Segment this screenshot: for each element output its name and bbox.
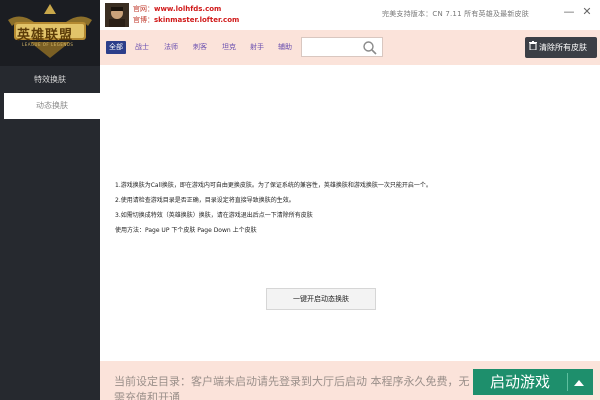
sidebar: 英雄联盟 LEAGUE OF LEGENDS 特效换肤 动态换肤 xyxy=(0,0,100,400)
instruction-line: 3.如需切换成特效（英雄换肤）换肤，请在游戏退出后点一下清除所有皮肤 xyxy=(115,212,313,219)
tab-support[interactable]: 辅助 xyxy=(278,41,292,54)
tab-tank[interactable]: 坦克 xyxy=(222,41,236,54)
logo-title: 英雄联盟 xyxy=(17,28,74,43)
tab-mage[interactable]: 法师 xyxy=(164,41,178,54)
trash-icon xyxy=(529,37,537,58)
tab-assassin[interactable]: 刺客 xyxy=(193,41,207,54)
supported-version-text: 完美支持版本：CN 7.11 所有英雄及最新皮肤 xyxy=(382,10,529,18)
tab-marksman[interactable]: 射手 xyxy=(250,41,264,54)
tab-all[interactable]: 全部 xyxy=(106,41,126,54)
sidebar-item-label: 特效换肤 xyxy=(34,75,66,84)
status-footer: 当前设定目录：客户端未启动请先登录到大厅后启动 本程序永久免费，无需充值和开通 … xyxy=(100,361,600,400)
clear-all-skins-button[interactable]: 清除所有皮肤 xyxy=(525,37,597,58)
search-icon[interactable] xyxy=(362,40,378,56)
sidebar-item-dynamic-skin[interactable]: 动态换肤 xyxy=(4,93,100,119)
official-site-label: 官网： xyxy=(133,5,154,13)
app-logo: 英雄联盟 LEAGUE OF LEGENDS xyxy=(0,0,100,66)
main-panel: 1.游戏换肤为Call换肤，即在游戏内可自由更换皮肤。为了保证系统的兼容性，英雄… xyxy=(100,65,600,361)
current-directory-status: 当前设定目录：客户端未启动请先登录到大厅后启动 本程序永久免费，无需充值和开通 xyxy=(114,375,470,400)
launch-divider xyxy=(567,373,568,391)
minimize-button[interactable]: — xyxy=(562,5,576,19)
sidebar-item-effect-skin[interactable]: 特效换肤 xyxy=(0,67,100,93)
logo-subtitle: LEAGUE OF LEGENDS xyxy=(22,42,74,47)
sidebar-item-label: 动态换肤 xyxy=(36,101,68,110)
hero-filter-toolbar: 全部 战士 法师 刺客 坦克 射手 辅助 清除所有皮肤 xyxy=(100,30,600,65)
launch-game-button[interactable]: 启动游戏 xyxy=(473,369,593,395)
usage-line: 使用方法：Page UP 下个皮肤 Page Down 上个皮肤 xyxy=(115,227,257,234)
enable-dynamic-skin-button[interactable]: 一键开启动态换肤 xyxy=(266,288,376,310)
instruction-line: 1.游戏换肤为Call换肤，即在游戏内可自由更换皮肤。为了保证系统的兼容性，英雄… xyxy=(115,182,432,189)
close-button[interactable]: ✕ xyxy=(580,5,594,19)
clear-all-skins-label: 清除所有皮肤 xyxy=(539,43,587,52)
tab-fighter[interactable]: 战士 xyxy=(135,41,149,54)
hero-search-input[interactable] xyxy=(301,37,383,57)
official-site-link[interactable]: www.lolhfds.com xyxy=(154,5,221,13)
launch-game-label: 启动游戏 xyxy=(489,373,550,391)
avatar xyxy=(105,3,129,27)
instructions: 1.游戏换肤为Call换肤，即在游戏内可自由更换皮肤。为了保证系统的兼容性，英雄… xyxy=(115,178,432,238)
official-blog-label: 官博： xyxy=(133,16,154,24)
instruction-line: 2.使用请检查游戏目录是否正确，目录设定将直接导致换肤的生效。 xyxy=(115,197,295,204)
site-links: 官网：www.lolhfds.com 官博：skinmaster.lofter.… xyxy=(133,4,239,26)
official-blog-link[interactable]: skinmaster.lofter.com xyxy=(154,16,239,24)
title-bar: 官网：www.lolhfds.com 官博：skinmaster.lofter.… xyxy=(100,0,600,30)
chevron-up-icon[interactable] xyxy=(571,375,587,389)
